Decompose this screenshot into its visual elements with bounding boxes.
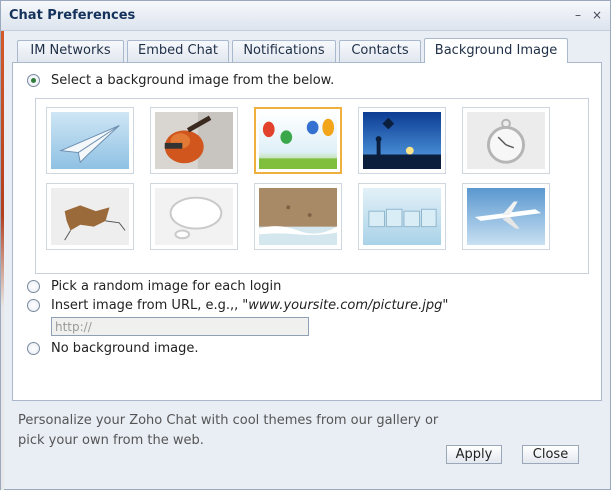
image-gallery <box>35 98 589 274</box>
radio-gallery[interactable] <box>27 73 40 87</box>
cracked-wall-icon <box>51 188 129 245</box>
title-bar[interactable]: Chat Preferences – × <box>1 1 610 31</box>
hot-air-balloons-icon <box>259 112 337 169</box>
tab-contacts[interactable]: Contacts <box>339 40 421 62</box>
thumbnail-airplane[interactable] <box>462 183 550 250</box>
footer-description-line1: Personalize your Zoho Chat with cool the… <box>18 413 439 428</box>
option-none-label: No background image. <box>51 340 199 356</box>
tab-embed-chat[interactable]: Embed Chat <box>127 40 229 62</box>
background-app-strip <box>1 31 4 490</box>
option-none[interactable]: No background image. <box>27 339 198 357</box>
chat-preferences-window: Chat Preferences – × IM Networks Embed C… <box>0 0 611 490</box>
ice-cubes-icon <box>363 188 441 245</box>
sand-beach-icon <box>259 188 337 245</box>
guitar-icon <box>155 112 233 169</box>
option-gallery-label: Select a background image from the below… <box>51 72 335 88</box>
kite-silhouette-icon <box>363 112 441 169</box>
close-button[interactable]: Close <box>522 445 579 464</box>
close-icon[interactable]: × <box>589 7 605 23</box>
option-random[interactable]: Pick a random image for each login <box>27 277 281 295</box>
speech-bubble-icon <box>155 188 233 245</box>
window-title: Chat Preferences <box>9 8 136 23</box>
background-image-panel: Select a background image from the below… <box>12 62 602 401</box>
option-url[interactable]: Insert image from URL, e.g.,, "www.yours… <box>27 296 448 314</box>
paper-plane-icon <box>51 112 129 169</box>
thumbnail-guitar[interactable] <box>150 107 238 174</box>
footer-description-line2: pick your own from the web. <box>18 433 204 448</box>
thumbnail-paper-plane[interactable] <box>46 107 134 174</box>
minimize-icon[interactable]: – <box>570 7 586 23</box>
apply-button[interactable]: Apply <box>446 445 502 464</box>
thumbnail-cracked-wall[interactable] <box>46 183 134 250</box>
radio-none[interactable] <box>27 341 40 355</box>
radio-random[interactable] <box>27 279 40 293</box>
thumbnail-ice-cubes[interactable] <box>358 183 446 250</box>
thumbnail-speech-bubble[interactable] <box>150 183 238 250</box>
footer-description: Personalize your Zoho Chat with cool the… <box>18 411 448 451</box>
option-gallery[interactable]: Select a background image from the below… <box>27 71 334 89</box>
tab-im-networks[interactable]: IM Networks <box>17 40 124 62</box>
option-url-example: "www.yoursite.com/picture.jpg" <box>242 297 449 313</box>
tab-notifications[interactable]: Notifications <box>232 40 336 62</box>
thumbnail-kite-silhouette[interactable] <box>358 107 446 174</box>
radio-url[interactable] <box>27 298 40 312</box>
option-random-label: Pick a random image for each login <box>51 278 282 294</box>
airplane-icon <box>467 188 545 245</box>
tab-background-image[interactable]: Background Image <box>424 38 568 63</box>
thumbnail-sand-beach[interactable] <box>254 183 342 250</box>
pocket-watch-icon <box>467 112 545 169</box>
thumbnail-pocket-watch[interactable] <box>462 107 550 174</box>
thumbnail-hot-air-balloons[interactable] <box>254 107 342 174</box>
option-url-label: Insert image from URL, e.g.,, <box>51 297 239 313</box>
url-input[interactable] <box>51 317 309 336</box>
